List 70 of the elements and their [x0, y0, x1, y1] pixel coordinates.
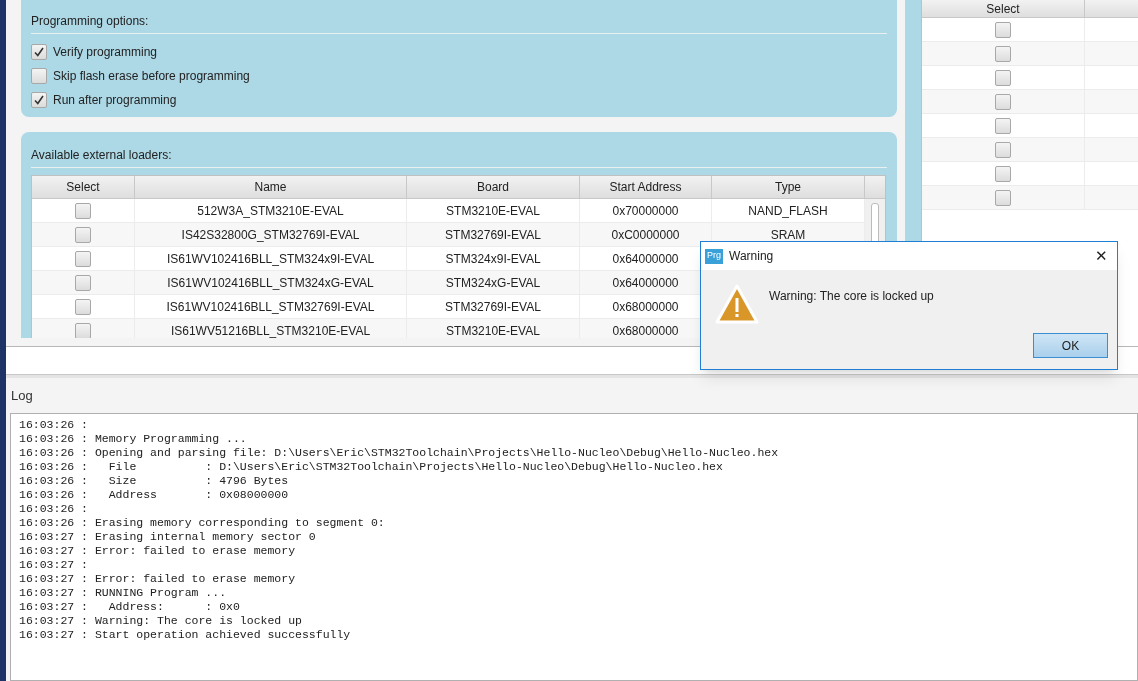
table-cell-text: STM3210E-EVAL: [446, 322, 540, 338]
table-cell-text: NAND_FLASH: [748, 202, 828, 220]
table-cell-text: STM32769I-EVAL: [445, 298, 541, 316]
column-header[interactable]: Board: [407, 176, 580, 198]
table-cell-text: IS61WV102416BLL_STM324x9I-EVAL: [166, 250, 375, 268]
log-line: 16:03:27 : Warning: The core is locked up: [19, 614, 303, 628]
column-header[interactable]: Name: [135, 176, 407, 198]
table-cell-text: 0x68000000: [612, 322, 679, 338]
table-cell-text: IS61WV102416BLL_STM324xG-EVAL: [167, 274, 374, 292]
column-header[interactable]: Type: [712, 176, 865, 198]
table-cell-text: 0x68000000: [612, 298, 679, 316]
log-line: 16:03:26 :: [19, 502, 89, 516]
checkbox[interactable]: [75, 274, 91, 291]
close-button[interactable]: ✕: [1085, 242, 1117, 270]
log-line: 16:03:27 : Error: failed to erase memory: [19, 544, 297, 558]
checkbox[interactable]: [31, 68, 47, 84]
table-cell-text: SRAM: [770, 226, 806, 244]
section-title: Available external loaders:: [31, 146, 887, 168]
checkbox[interactable]: [75, 226, 91, 243]
log-title: Log: [11, 386, 33, 405]
section-title: Programming options:: [31, 12, 887, 34]
checkbox[interactable]: [31, 92, 47, 108]
option-label: Verify programming: [53, 44, 158, 61]
log-line: 16:03:26 : Memory Programming ...: [19, 432, 248, 446]
table-cell-text: 0x64000000: [612, 250, 679, 268]
table-cell-text: 512W3A_STM3210E-EVAL: [197, 202, 344, 220]
checkbox[interactable]: [995, 189, 1011, 206]
checkbox[interactable]: [995, 69, 1011, 86]
log-line: 16:03:26 :: [19, 418, 89, 432]
log-line: 16:03:27 : Address: : 0x0: [19, 600, 241, 614]
ok-button[interactable]: OK: [1033, 333, 1108, 358]
table-cell-text: STM324x9I-EVAL: [445, 250, 541, 268]
option-label: Skip flash erase before programming: [53, 68, 250, 85]
checkbox[interactable]: [995, 141, 1011, 158]
log-line: 16:03:26 : File : D:\Users\Eric\STM32Toolchain\Projects\Hello-Nucleo\Debug\Hello-Nucleo.hex: [19, 460, 724, 474]
table-cell-text: 0x64000000: [612, 274, 679, 292]
checkbox[interactable]: [995, 21, 1011, 38]
column-header[interactable]: Start Address: [580, 176, 712, 198]
log-line: 16:03:26 : Opening and parsing file: D:\Users\Eric\STM32Toolchain\Projects\Hello-Nucleo\Debug\Hello-Nucleo.hex: [19, 446, 780, 460]
log-line: 16:03:26 : Erasing memory corresponding to segment 0:: [19, 516, 386, 530]
log-line: 16:03:26 : Address : 0x08000000: [19, 488, 290, 502]
dialog-title: Warning: [729, 248, 774, 265]
warning-icon: [715, 284, 759, 324]
table-cell-text: STM32769I-EVAL: [445, 226, 541, 244]
log-line: 16:03:27 :: [19, 558, 89, 572]
checkbox[interactable]: [995, 165, 1011, 182]
log-line: 16:03:26 : Size : 4796 Bytes: [19, 474, 290, 488]
table-cell-text: 0x70000000: [612, 202, 679, 220]
table-cell-text: IS61WV102416BLL_STM32769I-EVAL: [166, 298, 375, 316]
table-cell-text: STM324xG-EVAL: [445, 274, 541, 292]
log-line: 16:03:27 : Start operation achieved successfully: [19, 628, 352, 642]
checkbox[interactable]: [75, 250, 91, 267]
table-cell-text: IS61WV51216BLL_STM3210E-EVAL: [170, 322, 371, 338]
checkbox[interactable]: [995, 45, 1011, 62]
table-cell-text: 0xC0000000: [611, 226, 680, 244]
log-line: 16:03:27 : Error: failed to erase memory: [19, 572, 297, 586]
checkbox[interactable]: [75, 298, 91, 315]
column-header[interactable]: Select: [32, 176, 135, 198]
checkbox[interactable]: [995, 93, 1011, 110]
log-line: 16:03:27 : RUNNING Program ...: [19, 586, 228, 600]
log-line: 16:03:27 : Erasing internal memory sector 0: [19, 530, 317, 544]
checkbox[interactable]: [31, 44, 47, 60]
checkbox[interactable]: [75, 322, 91, 338]
table-cell-text: IS42S32800G_STM32769I-EVAL: [181, 226, 360, 244]
table-cell-text: STM3210E-EVAL: [446, 202, 540, 220]
app-badge: Prg: [705, 248, 723, 264]
checkbox[interactable]: [75, 202, 91, 219]
option-label: Run after programming: [53, 92, 177, 109]
dialog-message: Warning: The core is locked up: [769, 288, 934, 305]
checkbox[interactable]: [995, 117, 1011, 134]
